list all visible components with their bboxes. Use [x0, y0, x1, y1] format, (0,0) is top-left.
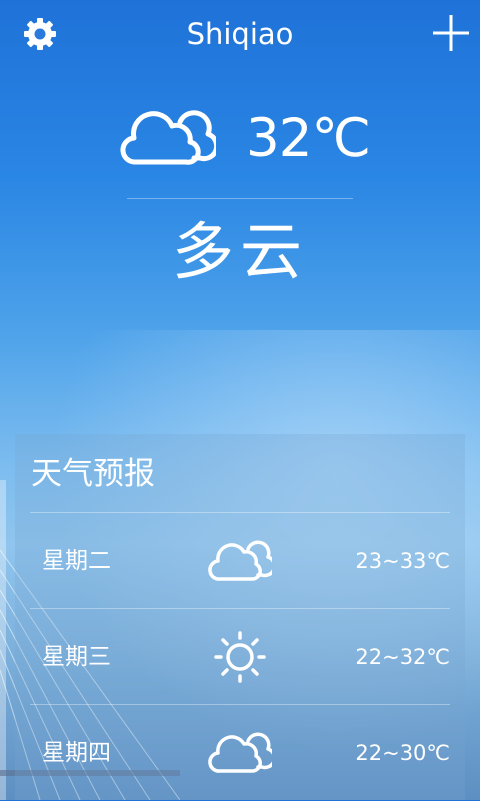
forecast-temp-range: 22~32℃	[355, 645, 450, 669]
forecast-day: 星期二	[42, 548, 111, 574]
forecast-temp-range: 23~33℃	[355, 549, 450, 573]
forecast-row[interactable]: 星期二 23~33℃	[30, 512, 450, 609]
cloudy-icon	[120, 110, 216, 165]
cloudy-icon	[208, 540, 272, 581]
forecast-day: 星期三	[42, 644, 111, 670]
forecast-row[interactable]: 星期三 22~32℃	[30, 608, 450, 705]
add-city-button[interactable]	[430, 12, 472, 54]
sun-icon	[214, 631, 266, 683]
top-bar: Shiqiao	[0, 0, 480, 68]
current-temperature: 32℃	[246, 108, 371, 169]
plus-icon	[433, 15, 469, 51]
city-name[interactable]: Shiqiao	[0, 14, 480, 54]
forecast-panel: 天气预报 星期二 23~33℃ 星期三 22~32℃ 星期四 22~30℃	[15, 434, 465, 800]
current-condition: 多云	[171, 215, 308, 288]
cloudy-icon	[208, 732, 272, 773]
forecast-title: 天气预报	[31, 456, 155, 492]
forecast-row[interactable]: 星期四 22~30℃	[30, 704, 450, 801]
forecast-temp-range: 22~30℃	[355, 741, 450, 765]
divider	[127, 198, 353, 199]
forecast-day: 星期四	[42, 740, 111, 766]
